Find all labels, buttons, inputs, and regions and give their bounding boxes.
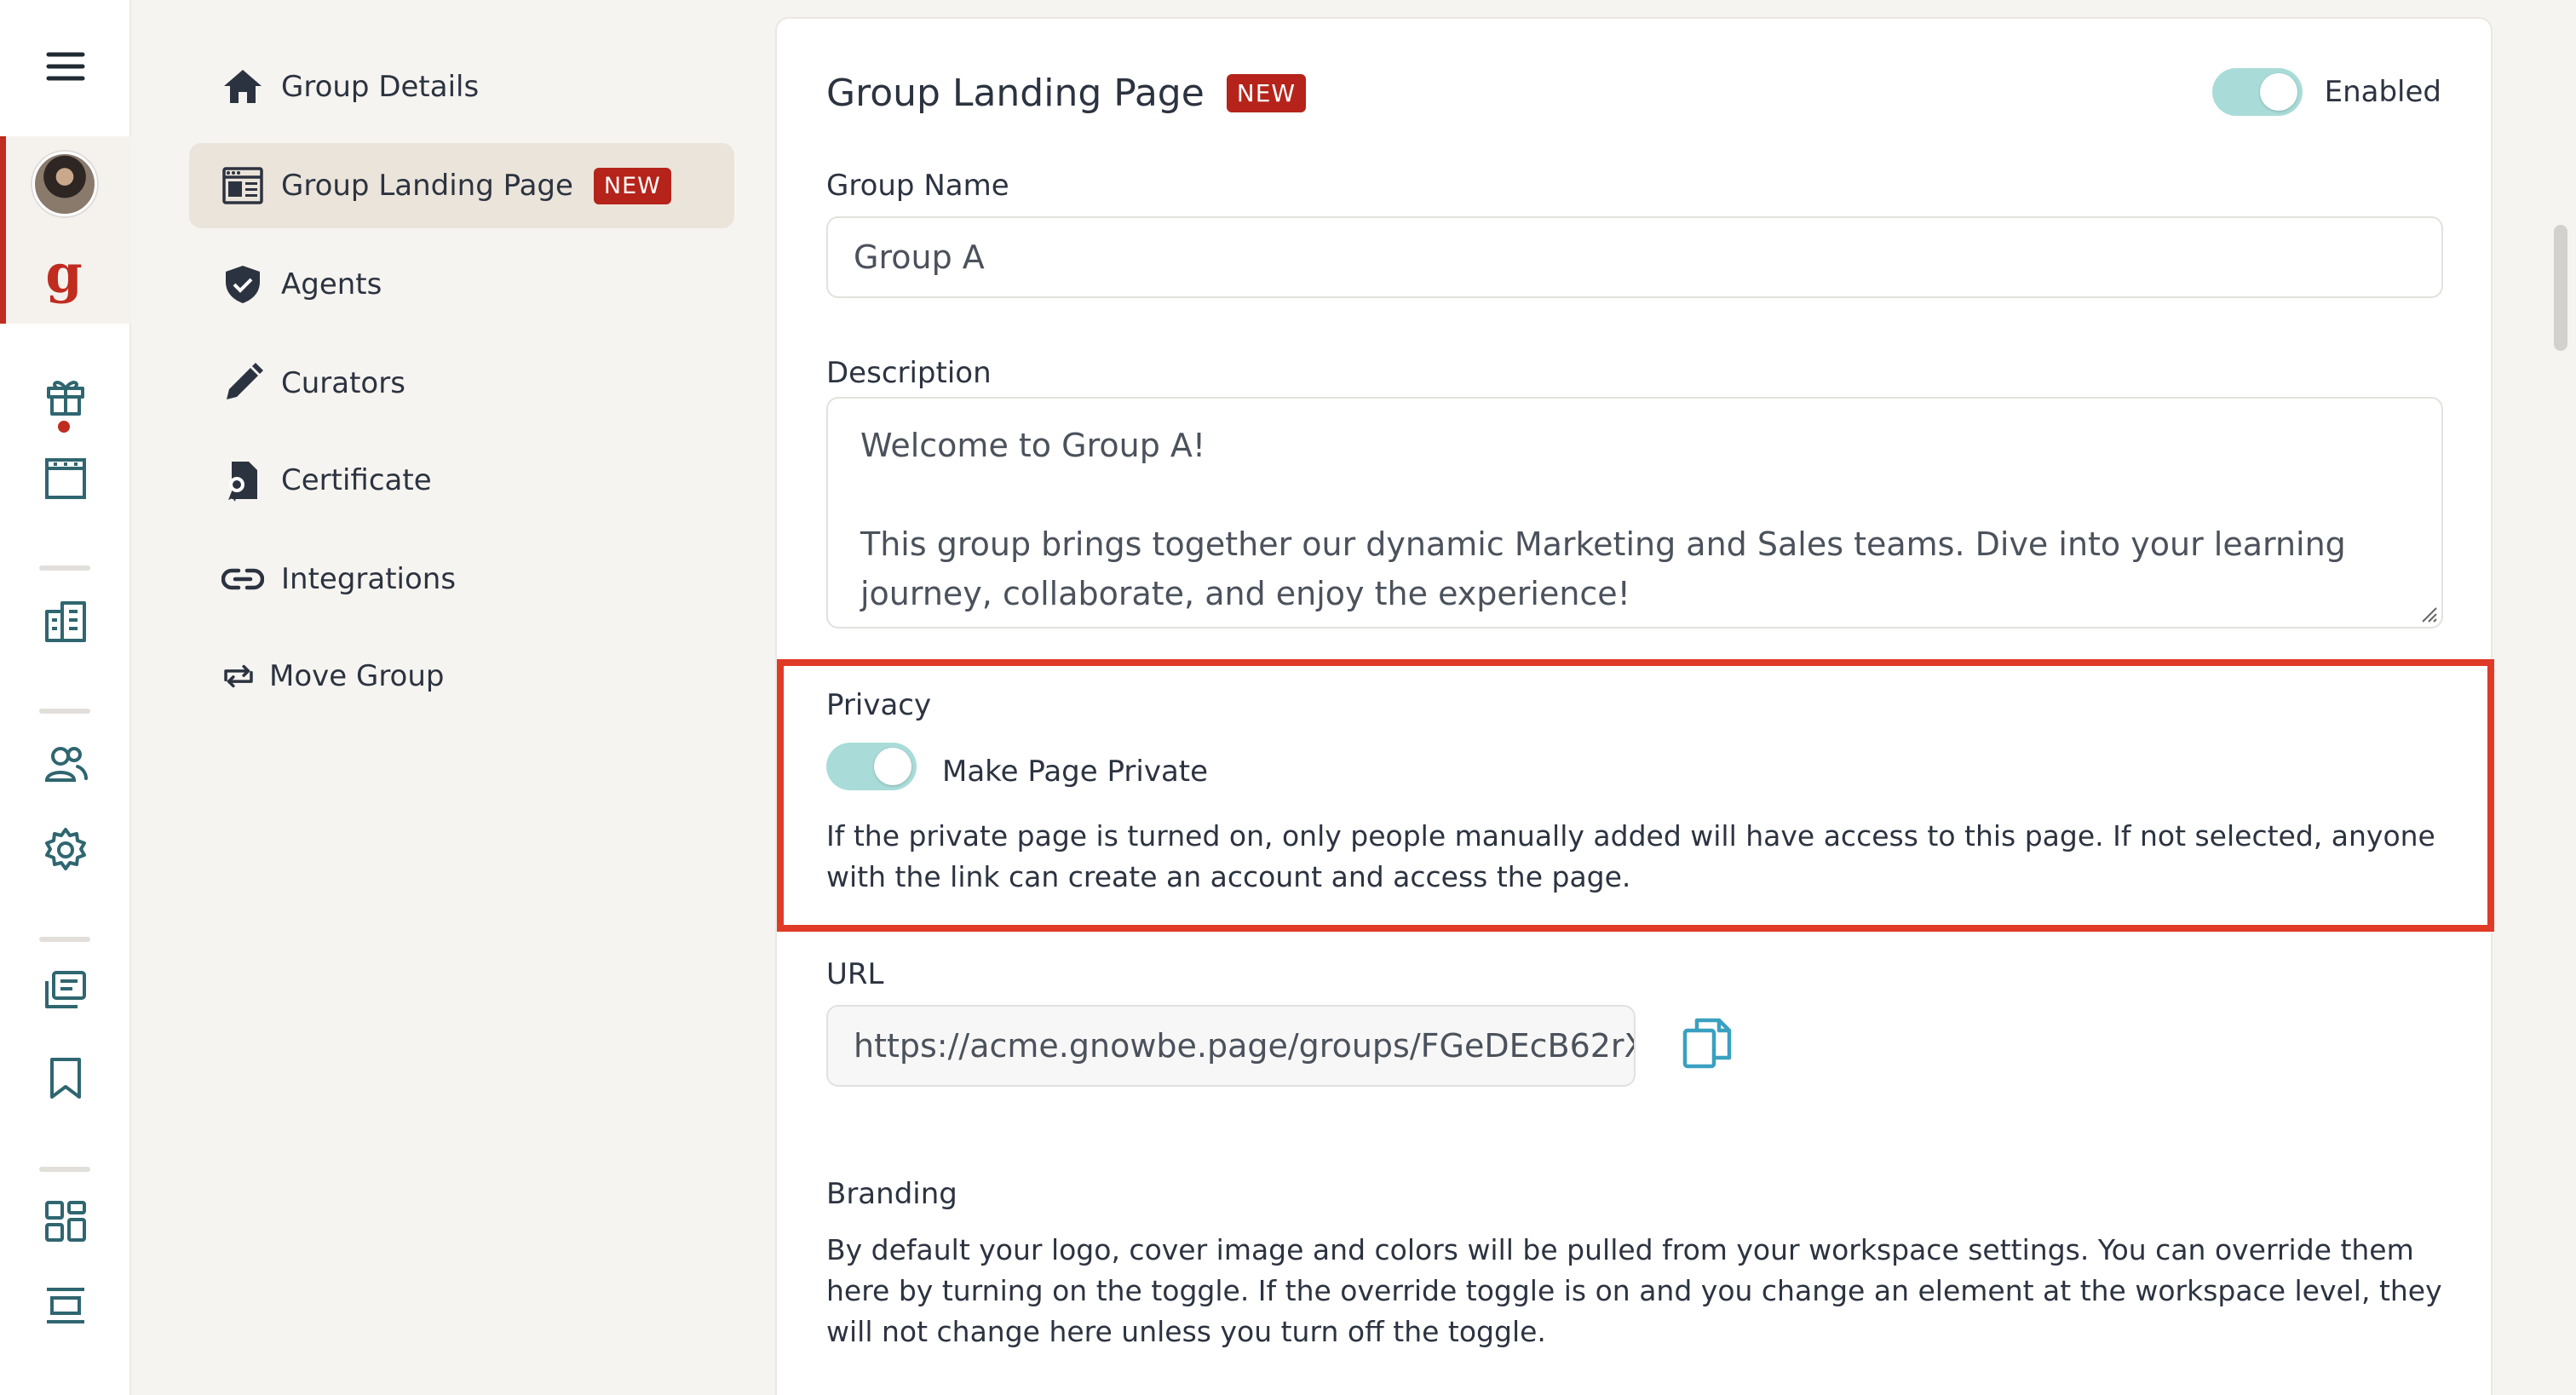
nav-item-agents[interactable]: Agents: [189, 242, 734, 327]
new-badge: NEW: [593, 167, 671, 204]
library-icon[interactable]: [32, 957, 100, 1025]
rail-divider: [39, 709, 90, 714]
menu-icon[interactable]: [32, 32, 100, 100]
description-line: Welcome to Group A!: [860, 427, 1206, 464]
resize-handle-icon[interactable]: [2419, 605, 2438, 623]
enabled-toggle-group: Enabled: [2211, 68, 2441, 116]
page-title: Group Landing Page: [826, 72, 1205, 115]
nav-item-group-landing-page[interactable]: Group Landing Page NEW: [189, 143, 734, 228]
dashboard-icon[interactable]: [32, 1187, 100, 1255]
settings-icon[interactable]: [32, 816, 100, 884]
calendar-icon[interactable]: [32, 445, 100, 513]
group-settings-nav: Group Details Group Landing Page NEW Age…: [131, 0, 775, 1395]
make-page-private-label: Make Page Private: [942, 755, 1209, 789]
rail-divider: [39, 937, 90, 942]
make-page-private-toggle[interactable]: [826, 743, 917, 790]
url-input[interactable]: https://acme.gnowbe.page/groups/FGeDEcB6…: [826, 1005, 1636, 1087]
move-icon: [220, 653, 257, 699]
privacy-label: Privacy: [826, 688, 932, 722]
new-badge: NEW: [1226, 74, 1307, 112]
nav-label: Move Group: [269, 659, 445, 693]
branding-help-text: By default your logo, cover image and co…: [826, 1233, 2442, 1348]
branding-label: Branding: [826, 1177, 957, 1211]
nav-label: Integrations: [281, 562, 457, 596]
nav-item-move-group[interactable]: Move Group: [189, 634, 734, 719]
pencil-icon: [220, 360, 266, 406]
link-icon: [220, 556, 266, 602]
landing-page-card: Group Landing Page NEW Enabled Group Nam…: [775, 17, 2494, 1395]
nav-item-group-details[interactable]: Group Details: [189, 44, 734, 129]
nav-label: Agents: [281, 267, 382, 301]
privacy-help-text: If the private page is turned on, only p…: [826, 819, 2435, 893]
nav-label: Curators: [281, 366, 405, 400]
home-icon: [220, 64, 266, 110]
avatar[interactable]: [32, 152, 97, 216]
notification-dot: [58, 421, 70, 433]
nav-item-integrations[interactable]: Integrations: [189, 537, 734, 622]
landing-page-icon: [220, 163, 266, 209]
layout-icon[interactable]: [32, 1272, 100, 1340]
enabled-label: Enabled: [2324, 75, 2441, 109]
toggle-knob: [874, 748, 911, 785]
building-icon[interactable]: [32, 588, 100, 656]
group-name-value: Group A: [854, 238, 985, 276]
enabled-toggle[interactable]: [2211, 68, 2303, 116]
description-line: This group brings together our dynamic M…: [860, 525, 2346, 612]
app-rail: g: [0, 0, 131, 1395]
nav-item-certificate[interactable]: Certificate: [189, 438, 734, 523]
url-value: https://acme.gnowbe.page/groups/FGeDEcB6…: [854, 1027, 1636, 1065]
rail-divider: [39, 565, 90, 571]
url-label: URL: [826, 957, 884, 991]
nav-label: Certificate: [281, 463, 432, 497]
nav-label: Group Landing Page: [281, 169, 573, 203]
group-name-input[interactable]: Group A: [826, 216, 2443, 298]
description-textarea[interactable]: Welcome to Group A! This group brings to…: [826, 397, 2443, 629]
copy-icon[interactable]: [1680, 1015, 1736, 1071]
description-label: Description: [826, 356, 992, 390]
toggle-knob: [2259, 73, 2297, 111]
nav-item-curators[interactable]: Curators: [189, 341, 734, 426]
scrollbar[interactable]: [2554, 225, 2567, 351]
rail-divider: [39, 1167, 90, 1172]
certificate-icon: [220, 457, 266, 503]
bookmark-icon[interactable]: [32, 1044, 100, 1112]
gnowbe-logo[interactable]: g: [43, 247, 85, 307]
shield-check-icon: [220, 261, 266, 307]
gift-icon[interactable]: [32, 361, 100, 429]
group-name-label: Group Name: [826, 169, 1009, 203]
users-icon[interactable]: [32, 731, 100, 799]
card-header: Group Landing Page NEW: [826, 72, 1307, 115]
nav-label: Group Details: [281, 70, 480, 104]
